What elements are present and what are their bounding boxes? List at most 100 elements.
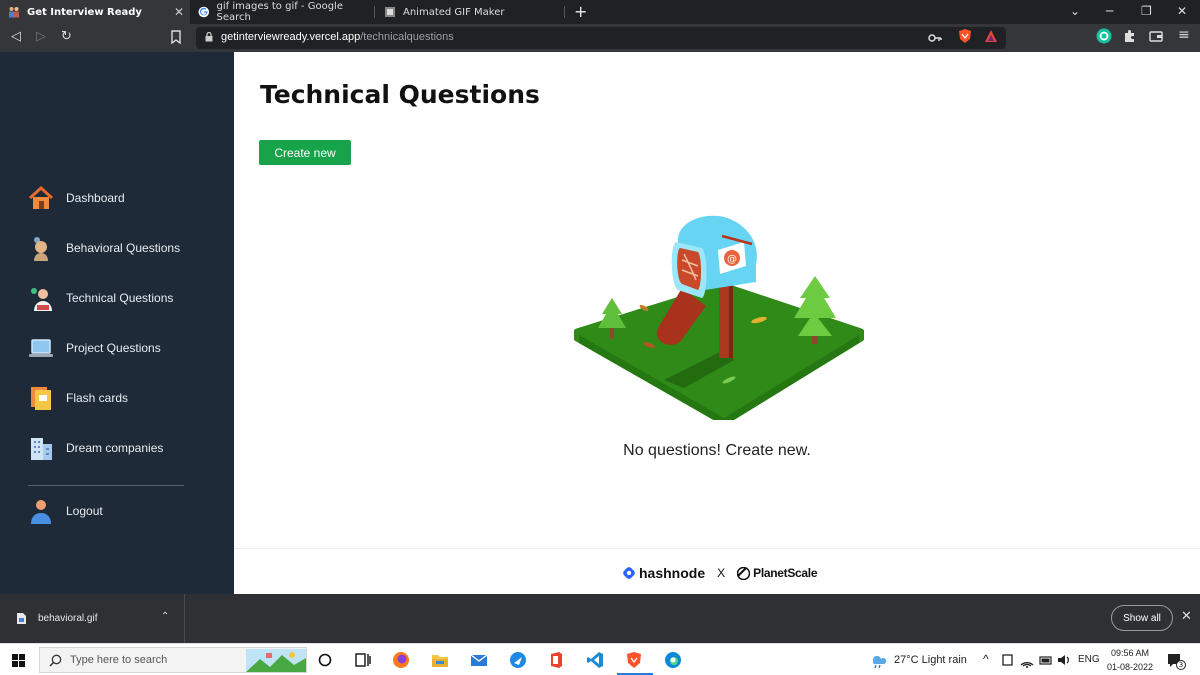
show-all-button[interactable]: Show all	[1111, 605, 1173, 631]
lock-icon	[205, 32, 213, 42]
reload-icon[interactable]: ↻	[61, 29, 72, 44]
footer-divider	[234, 548, 1200, 549]
office-icon[interactable]	[547, 651, 565, 669]
planetscale-logo-icon[interactable]	[737, 566, 751, 580]
tab-get-interview-ready[interactable]: Get Interview Ready ✕	[0, 0, 190, 24]
sidebar: Dashboard Behavioral Questions Technical…	[0, 52, 234, 594]
weather-text[interactable]: 27°C Light rain	[894, 654, 967, 666]
planetscale-link[interactable]: PlanetScale	[753, 566, 817, 580]
sidebar-item-label: Technical Questions	[66, 291, 174, 305]
clock-date: 01-08-2022	[1106, 662, 1154, 672]
thinking-person-icon	[34, 237, 48, 261]
sidebar-item-flash-cards[interactable]: Flash cards	[28, 385, 128, 411]
url-host: getinterviewready.vercel.app	[221, 31, 361, 43]
mail-icon[interactable]	[470, 651, 488, 669]
tab-google-search[interactable]: gif images to gif - Google Search	[190, 0, 374, 24]
empty-state-message: No questions! Create new.	[623, 442, 811, 459]
download-filename: behavioral.gif	[38, 613, 98, 624]
browser-toolbar: ◁ ▷ ↻ getinterviewready.vercel.app/techn…	[0, 24, 1200, 52]
main-content: Technical Questions Create new @ No ques…	[234, 52, 1200, 594]
bookmark-icon[interactable]	[170, 30, 182, 44]
edge-icon[interactable]	[664, 651, 682, 669]
google-icon	[198, 6, 210, 18]
download-item[interactable]: behavioral.gif ⌃	[0, 594, 185, 643]
sidebar-item-label: Flash cards	[66, 391, 129, 405]
address-bar[interactable]: getinterviewready.vercel.app/technicalqu…	[196, 27, 1006, 49]
chevron-up-tray-icon[interactable]: ^	[983, 652, 989, 666]
taskbar-search-input[interactable]: Type here to search	[39, 647, 307, 673]
task-view-icon[interactable]	[354, 651, 372, 669]
hashnode-link[interactable]: hashnode	[639, 565, 705, 581]
forward-icon[interactable]: ▷	[36, 29, 46, 44]
battery-saver-icon[interactable]	[1001, 651, 1014, 669]
system-clock[interactable]: 09:56 AM 01-08-2022	[1106, 646, 1154, 674]
tab-title: Get Interview Ready	[27, 6, 142, 18]
volume-icon[interactable]	[1057, 651, 1070, 669]
back-icon[interactable]: ◁	[11, 29, 21, 44]
sidebar-item-dashboard[interactable]: Dashboard	[28, 185, 125, 211]
grammarly-icon[interactable]	[1096, 28, 1112, 44]
browser-tab-strip: Get Interview Ready ✕ gif images to gif …	[0, 0, 1200, 24]
file-icon	[17, 613, 26, 624]
edge-legacy-icon[interactable]	[509, 651, 527, 669]
tab-search-chevron-icon[interactable]: ⌄	[1070, 4, 1080, 18]
sidebar-item-label: Project Questions	[66, 341, 161, 355]
brave-browser-icon[interactable]	[625, 651, 643, 669]
vscode-icon[interactable]	[586, 651, 604, 669]
key-icon[interactable]	[928, 31, 942, 45]
firefox-icon[interactable]	[392, 651, 410, 669]
brave-shield-icon[interactable]	[957, 28, 973, 44]
sidebar-item-technical-questions[interactable]: Technical Questions	[28, 285, 173, 311]
tab-title: Animated GIF Maker	[403, 6, 505, 18]
new-tab-button[interactable]: +	[574, 2, 587, 21]
user-icon	[31, 500, 51, 524]
create-new-button[interactable]: Create new	[259, 140, 351, 165]
sidebar-item-logout[interactable]: Logout	[28, 498, 103, 524]
hashnode-logo-icon[interactable]	[622, 566, 636, 580]
url-text: getinterviewready.vercel.app/technicalqu…	[221, 31, 454, 43]
laptop-icon	[29, 339, 53, 357]
sidebar-divider	[28, 485, 184, 486]
wifi-icon[interactable]	[1020, 651, 1034, 669]
sidebar-item-label: Dashboard	[66, 191, 125, 205]
empty-mailbox-illustration: @	[574, 215, 864, 420]
tab-separator	[374, 6, 375, 18]
page-title: Technical Questions	[260, 80, 540, 109]
extensions-puzzle-icon[interactable]	[1122, 28, 1138, 44]
clock-time: 09:56 AM	[1110, 648, 1150, 658]
tab-animated-gif-maker[interactable]: Animated GIF Maker	[376, 0, 564, 24]
gif-maker-icon	[385, 7, 395, 17]
sidebar-item-dream-companies[interactable]: Dream companies	[28, 435, 163, 461]
restore-icon[interactable]: ❐	[1141, 4, 1152, 18]
url-path: /technicalquestions	[360, 31, 454, 43]
download-bar: behavioral.gif ⌃ Show all ✕	[0, 594, 1200, 643]
house-icon	[28, 185, 54, 209]
file-explorer-icon[interactable]	[431, 651, 449, 669]
sidebar-item-behavioral-questions[interactable]: Behavioral Questions	[28, 235, 180, 261]
search-icon	[49, 654, 62, 667]
language-indicator[interactable]: ENG	[1078, 654, 1100, 665]
footer-separator: X	[717, 566, 726, 580]
search-highlight-image	[246, 649, 306, 672]
office-building-icon	[31, 438, 52, 460]
menu-icon[interactable]: ≡	[1178, 27, 1190, 43]
svg-text:@: @	[727, 254, 737, 265]
weather-rain-icon[interactable]	[870, 651, 888, 669]
windows-start-icon[interactable]	[12, 654, 25, 667]
close-tab-icon[interactable]: ✕	[174, 5, 184, 19]
sidebar-item-label: Behavioral Questions	[66, 241, 181, 255]
footer-sponsors: hashnode X PlanetScale	[622, 564, 818, 582]
window-close-icon[interactable]: ✕	[1177, 4, 1187, 18]
developer-icon	[31, 288, 52, 311]
minimize-icon[interactable]: ─	[1106, 4, 1113, 18]
wallet-icon[interactable]	[1148, 28, 1164, 44]
task-view-circle-icon[interactable]	[316, 651, 334, 669]
battery-icon[interactable]	[1039, 651, 1053, 669]
sidebar-item-project-questions[interactable]: Project Questions	[28, 335, 161, 361]
tab-separator	[564, 6, 565, 18]
chevron-up-icon[interactable]: ⌃	[161, 611, 169, 622]
sidebar-item-label: Dream companies	[66, 441, 164, 455]
brave-rewards-icon[interactable]	[983, 28, 999, 44]
windows-taskbar: Type here to search 27°C Light rain ^ EN…	[0, 643, 1200, 675]
close-download-bar-icon[interactable]: ✕	[1181, 609, 1192, 624]
